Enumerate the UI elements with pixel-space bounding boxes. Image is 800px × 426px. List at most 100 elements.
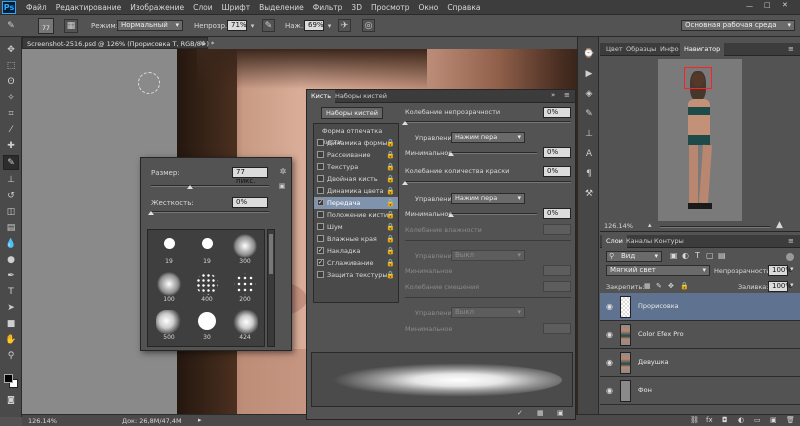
collapse-panel-icon[interactable]: » bbox=[551, 91, 555, 99]
fx-icon[interactable]: fx bbox=[706, 416, 713, 424]
opacity-jitter-slider[interactable] bbox=[405, 121, 571, 123]
menu-help[interactable]: Справка bbox=[447, 0, 480, 15]
mask-icon[interactable]: ◘ bbox=[722, 416, 728, 424]
fill-chevron-icon[interactable]: ▾ bbox=[790, 281, 794, 289]
healing-tool-icon[interactable]: ✚ bbox=[4, 139, 18, 153]
size-slider[interactable] bbox=[151, 185, 269, 187]
pressure-opacity-icon[interactable]: ✎ bbox=[262, 19, 275, 32]
lock-icon[interactable]: 🔒 bbox=[386, 175, 395, 183]
minimize-button[interactable]: — bbox=[746, 2, 753, 10]
brush-option-item[interactable]: Текстура 🔒 bbox=[314, 161, 398, 173]
brush-option-item[interactable]: Шум 🔒 bbox=[314, 221, 398, 233]
preset-cell[interactable]: 19 bbox=[152, 234, 186, 268]
gradient-tool-icon[interactable]: ▤ bbox=[4, 221, 18, 235]
filter-type-icon[interactable]: T bbox=[695, 251, 700, 260]
filter-pixel-icon[interactable]: ▣ bbox=[670, 251, 678, 260]
status-arrow-icon[interactable]: ▸ bbox=[198, 416, 202, 424]
panel-menu-icon[interactable]: ≡ bbox=[564, 91, 570, 99]
quick-select-tool-icon[interactable]: ✧ bbox=[4, 91, 18, 105]
grid-view-icon[interactable]: ▦ bbox=[537, 409, 544, 417]
menu-edit[interactable]: Редактирование bbox=[56, 0, 121, 15]
move-tool-icon[interactable]: ✥ bbox=[4, 43, 18, 57]
tab-brush-presets[interactable]: Наборы кистей bbox=[331, 90, 391, 103]
panel-menu-icon[interactable]: ≡ bbox=[788, 237, 794, 245]
adjustment-icon[interactable]: ◐ bbox=[738, 416, 744, 424]
layer-kind-filter[interactable]: Вид bbox=[606, 251, 662, 262]
min-flow-thumb[interactable] bbox=[448, 213, 454, 217]
toggle-preview-icon[interactable]: ✓ bbox=[517, 409, 523, 417]
tab-paths[interactable]: Контуры bbox=[650, 235, 688, 248]
layer-row[interactable]: ◉ Фон bbox=[600, 377, 800, 405]
brush-panel-icon[interactable]: ✎ bbox=[582, 107, 596, 121]
flow-jitter-thumb[interactable] bbox=[402, 181, 408, 185]
preset-cell[interactable]: 300 bbox=[228, 234, 262, 268]
opacity-control-select[interactable]: Нажим пера bbox=[451, 132, 525, 143]
dodge-tool-icon[interactable]: ● bbox=[4, 253, 18, 267]
marquee-tool-icon[interactable]: ⬚ bbox=[4, 59, 18, 73]
blur-tool-icon[interactable]: 💧 bbox=[4, 237, 18, 251]
lock-transparency-icon[interactable]: ▦ bbox=[644, 282, 651, 290]
tab-info[interactable]: Инфо bbox=[656, 43, 683, 56]
checkbox[interactable] bbox=[317, 223, 324, 230]
path-select-tool-icon[interactable]: ➤ bbox=[4, 301, 18, 315]
brush-tool-icon[interactable]: ✎ bbox=[4, 19, 18, 33]
new-preset-icon[interactable]: ▣ bbox=[557, 409, 564, 417]
preset-cell[interactable]: 500 bbox=[152, 310, 186, 344]
zoom-tool-icon[interactable]: ⚲ bbox=[4, 349, 18, 363]
quick-mask-icon[interactable]: ◙ bbox=[4, 393, 18, 405]
size-slider-thumb[interactable] bbox=[186, 185, 193, 189]
opacity-jitter-field[interactable]: 0% bbox=[543, 107, 571, 118]
layer-name[interactable]: Девушка bbox=[638, 358, 669, 366]
zoom-in-icon[interactable]: ▲ bbox=[776, 220, 783, 230]
visibility-eye-icon[interactable]: ◉ bbox=[606, 302, 613, 311]
character-panel-icon[interactable]: A bbox=[582, 147, 596, 161]
lock-icon[interactable]: 🔒 bbox=[386, 139, 395, 147]
lock-icon[interactable]: 🔒 bbox=[386, 247, 395, 255]
history-brush-tool-icon[interactable]: ↺ bbox=[4, 189, 18, 203]
hardness-slider[interactable] bbox=[151, 211, 269, 213]
filter-shape-icon[interactable]: ▢ bbox=[706, 251, 714, 260]
hardness-slider-thumb[interactable] bbox=[148, 211, 154, 215]
workspace-select[interactable]: Основная рабочая среда bbox=[681, 20, 795, 31]
layer-name[interactable]: Фон bbox=[638, 386, 652, 394]
document-tab[interactable]: Screenshot-2516.psd @ 126% (Прорисовка Т… bbox=[22, 37, 214, 49]
opacity-chevron-icon[interactable]: ▾ bbox=[790, 265, 794, 273]
brush-panel-toggle-icon[interactable]: ▦ bbox=[64, 19, 78, 33]
mode-select[interactable]: Нормальный bbox=[117, 20, 183, 31]
layer-name[interactable]: Прорисовка bbox=[638, 302, 679, 310]
min-opacity-field[interactable]: 0% bbox=[543, 147, 571, 158]
opacity-field[interactable]: 71% bbox=[227, 20, 247, 31]
lasso-tool-icon[interactable]: ʘ bbox=[4, 75, 18, 89]
airbrush-icon[interactable]: ✈ bbox=[338, 19, 351, 32]
flow-jitter-field[interactable]: 0% bbox=[543, 166, 571, 177]
checkbox[interactable] bbox=[317, 211, 324, 218]
brush-option-item[interactable]: Защита текстуры 🔒 bbox=[314, 269, 398, 281]
link-icon[interactable]: ⛓ bbox=[690, 416, 699, 424]
pressure-field[interactable]: 69% bbox=[304, 20, 324, 31]
checkbox-checked[interactable]: ✓ bbox=[317, 199, 324, 206]
brush-option-item[interactable]: Положение кисти 🔒 bbox=[314, 209, 398, 221]
checkbox[interactable] bbox=[317, 139, 324, 146]
eyedropper-tool-icon[interactable]: ⁄ bbox=[4, 123, 18, 137]
tool-presets-icon[interactable]: ⚒ bbox=[582, 187, 596, 201]
filter-adjust-icon[interactable]: ◐ bbox=[682, 251, 689, 260]
tab-swatches[interactable]: Образцы bbox=[622, 43, 660, 56]
brush-option-item-selected[interactable]: ✓ Передача 🔒 bbox=[314, 197, 398, 209]
close-button[interactable]: ✕ bbox=[782, 1, 788, 9]
pressure-chevron-icon[interactable]: ▾ bbox=[325, 20, 334, 31]
clone-source-icon[interactable]: ⊥ bbox=[582, 127, 596, 141]
new-preset-icon[interactable]: ▣ bbox=[277, 181, 287, 191]
checkbox[interactable] bbox=[317, 163, 324, 170]
preset-cell[interactable]: 424 bbox=[228, 310, 262, 344]
menu-3d[interactable]: 3D bbox=[351, 0, 362, 15]
blend-mode-select[interactable]: Мягкий свет bbox=[606, 265, 710, 276]
hand-tool-icon[interactable]: ✋ bbox=[4, 333, 18, 347]
actions-panel-icon[interactable]: ▶ bbox=[582, 67, 596, 81]
zoom-out-icon[interactable]: ▴ bbox=[648, 221, 652, 229]
menu-type[interactable]: Шрифт bbox=[222, 0, 250, 15]
panel-menu-icon[interactable]: ≡ bbox=[788, 45, 794, 53]
view-box[interactable] bbox=[684, 67, 712, 89]
lock-position-icon[interactable]: ✥ bbox=[668, 282, 674, 290]
type-tool-icon[interactable]: T bbox=[4, 285, 18, 299]
paragraph-panel-icon[interactable]: ¶ bbox=[582, 167, 596, 181]
